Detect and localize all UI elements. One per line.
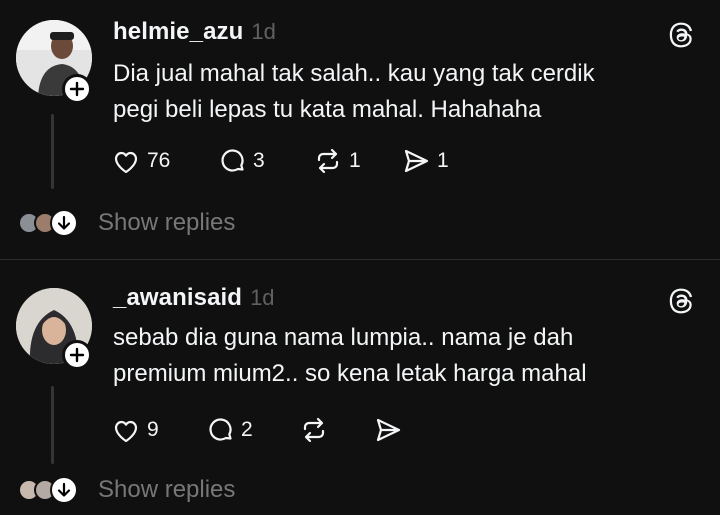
- plus-icon: [69, 81, 85, 97]
- post-text-line: sebab dia guna nama lumpia.. nama je dah: [113, 324, 574, 351]
- like-button[interactable]: 76: [110, 144, 216, 178]
- repost-count: 1: [349, 149, 361, 172]
- post-header: helmie_azu 1d: [113, 18, 276, 46]
- post-time: 1d: [251, 19, 276, 44]
- heart-icon: [114, 151, 138, 174]
- show-replies-link[interactable]: Show replies: [98, 476, 235, 504]
- show-replies-row[interactable]: Show replies: [18, 209, 235, 237]
- username[interactable]: helmie_azu: [113, 18, 243, 46]
- post-header: _awanisaid 1d: [113, 284, 275, 312]
- like-count: 76: [147, 149, 171, 172]
- post-time: 1d: [250, 285, 275, 310]
- comment-button[interactable]: 2: [204, 413, 298, 447]
- repost-button[interactable]: [298, 413, 372, 447]
- thread-post: _awanisaid 1d sebab dia guna nama lumpia…: [0, 262, 720, 515]
- thread-post: helmie_azu 1d Dia jual mahal tak salah..…: [0, 0, 720, 260]
- share-count: 1: [437, 149, 449, 172]
- threads-logo-icon[interactable]: [666, 286, 696, 316]
- post-text: Dia jual mahal tak salah.. kau yang tak …: [113, 56, 673, 128]
- like-button[interactable]: 9: [110, 413, 204, 447]
- comment-button[interactable]: 3: [216, 144, 312, 178]
- follow-plus-button[interactable]: [62, 74, 92, 104]
- show-replies-link[interactable]: Show replies: [98, 209, 235, 237]
- plus-icon: [69, 347, 85, 363]
- comment-count: 3: [253, 149, 265, 172]
- send-icon: [404, 149, 429, 173]
- comment-count: 2: [241, 418, 253, 441]
- divider: [0, 259, 720, 260]
- threads-logo-icon[interactable]: [666, 20, 696, 50]
- follow-plus-button[interactable]: [62, 340, 92, 370]
- repost-icon: [317, 148, 339, 174]
- arrow-down-icon: [50, 209, 78, 237]
- share-button[interactable]: 1: [400, 144, 449, 178]
- share-button[interactable]: [372, 413, 409, 447]
- action-bar: 76 3 1 1: [110, 144, 449, 178]
- repost-button[interactable]: 1: [312, 144, 400, 178]
- arrow-down-icon: [50, 476, 78, 504]
- action-bar: 9 2: [110, 413, 409, 447]
- heart-icon: [114, 420, 138, 443]
- show-replies-row[interactable]: Show replies: [18, 476, 235, 504]
- send-icon: [376, 418, 401, 442]
- username[interactable]: _awanisaid: [113, 284, 242, 312]
- post-text-line: premium mium2.. so kena letak harga maha…: [113, 360, 587, 387]
- post-text-line: Dia jual mahal tak salah.. kau yang tak …: [113, 60, 595, 87]
- comment-icon: [209, 418, 232, 441]
- like-count: 9: [147, 418, 159, 441]
- thread-line: [51, 114, 54, 189]
- post-text-line: pegi beli lepas tu kata mahal. Hahahaha: [113, 96, 542, 123]
- comment-icon: [221, 149, 244, 172]
- thread-line: [51, 386, 54, 464]
- post-text: sebab dia guna nama lumpia.. nama je dah…: [113, 320, 673, 392]
- repost-icon: [303, 417, 325, 443]
